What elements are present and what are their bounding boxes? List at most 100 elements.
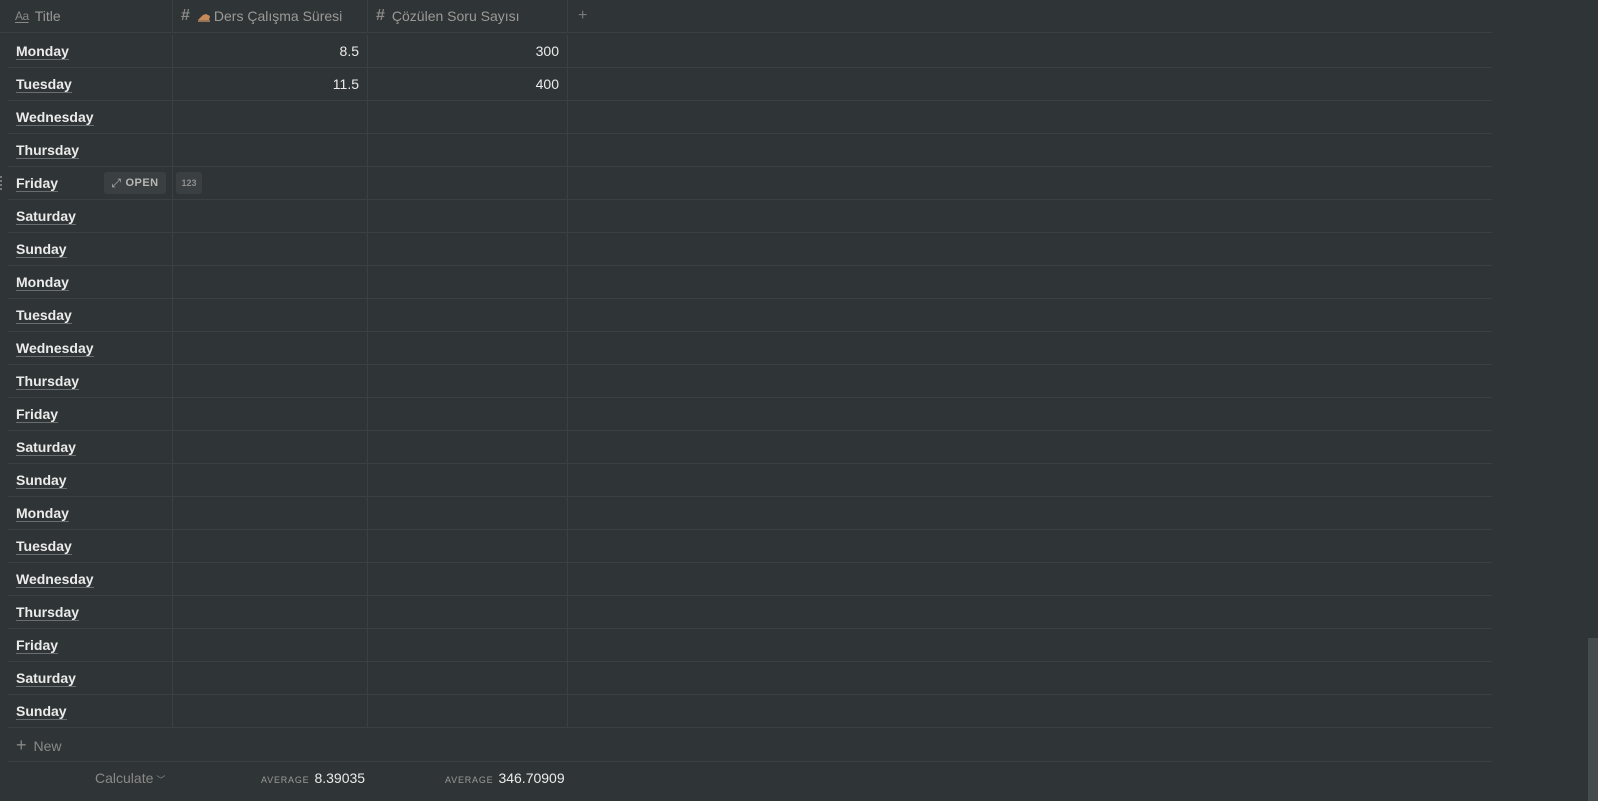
soru-cell[interactable] [368, 596, 568, 628]
soru-cell[interactable] [368, 563, 568, 595]
table-row[interactable]: Friday ⤢ OPEN 123 [0, 167, 1492, 200]
row-title[interactable]: Tuesday [16, 76, 72, 93]
title-cell[interactable]: Friday [8, 629, 173, 661]
soru-cell[interactable] [368, 332, 568, 364]
ders-cell[interactable] [173, 629, 368, 661]
table-row[interactable]: Thursday [8, 596, 1492, 629]
table-row[interactable]: Saturday [8, 662, 1492, 695]
table-row[interactable]: Wednesday [8, 563, 1492, 596]
title-cell[interactable]: Tuesday [8, 299, 173, 331]
soru-cell[interactable] [368, 266, 568, 298]
table-row[interactable]: Sunday [8, 233, 1492, 266]
ders-cell[interactable] [173, 530, 368, 562]
row-title[interactable]: Wednesday [16, 109, 94, 126]
soru-cell[interactable] [368, 233, 568, 265]
table-row[interactable]: Wednesday [8, 332, 1492, 365]
title-cell[interactable]: Monday [8, 266, 173, 298]
title-cell[interactable]: Wednesday [8, 332, 173, 364]
ders-cell[interactable]: 11.5 [173, 68, 368, 100]
row-title[interactable]: Tuesday [16, 538, 72, 555]
soru-cell[interactable] [368, 497, 568, 529]
soru-cell[interactable]: 300 [368, 35, 568, 67]
title-cell[interactable]: Thursday [8, 134, 173, 166]
row-title[interactable]: Saturday [16, 208, 76, 225]
ders-cell[interactable] [173, 134, 368, 166]
soru-cell[interactable] [368, 200, 568, 232]
title-cell[interactable]: Monday [8, 35, 173, 67]
ders-cell[interactable] [173, 464, 368, 496]
column-header-title[interactable]: Aa Title [0, 0, 173, 32]
calculate-dropdown[interactable]: Calculate ﹀ [95, 770, 165, 786]
title-cell[interactable]: Saturday [8, 431, 173, 463]
table-row[interactable]: Friday [8, 398, 1492, 431]
title-cell[interactable]: Monday [8, 497, 173, 529]
table-row[interactable]: Saturday [8, 200, 1492, 233]
ders-cell[interactable] [173, 365, 368, 397]
row-title[interactable]: Thursday [16, 142, 80, 159]
table-row[interactable]: Thursday [8, 365, 1492, 398]
ders-cell[interactable] [173, 497, 368, 529]
ders-cell[interactable] [173, 695, 368, 727]
title-cell[interactable]: Sunday [8, 464, 173, 496]
table-row[interactable]: Friday [8, 629, 1492, 662]
table-row[interactable]: Saturday [8, 431, 1492, 464]
ders-cell[interactable]: 8.5 [173, 35, 368, 67]
soru-cell[interactable] [368, 167, 568, 199]
ders-cell[interactable] [173, 299, 368, 331]
title-cell[interactable]: Thursday [8, 596, 173, 628]
row-title[interactable]: Sunday [16, 241, 67, 258]
ders-cell[interactable] [173, 200, 368, 232]
soru-cell[interactable] [368, 431, 568, 463]
row-title[interactable]: Friday [16, 175, 59, 192]
soru-cell[interactable] [368, 398, 568, 430]
new-row-button[interactable]: + New [8, 730, 1492, 762]
ders-cell[interactable] [173, 431, 368, 463]
title-cell[interactable]: Sunday [8, 695, 173, 727]
row-title[interactable]: Sunday [16, 472, 67, 489]
table-row[interactable]: Tuesday [8, 299, 1492, 332]
title-cell[interactable]: Wednesday [8, 563, 173, 595]
column-header-cozulen-soru-sayisi[interactable]: # Çözülen Soru Sayısı [368, 0, 568, 32]
title-cell[interactable]: Friday [8, 398, 173, 430]
ders-cell[interactable] [173, 101, 368, 133]
table-row[interactable]: Wednesday [8, 101, 1492, 134]
title-cell[interactable]: Friday ⤢ OPEN 123 [0, 167, 202, 199]
table-row[interactable]: Monday [8, 497, 1492, 530]
title-cell[interactable]: Tuesday [8, 530, 173, 562]
table-row[interactable]: Sunday [8, 464, 1492, 497]
ders-cell[interactable] [173, 662, 368, 694]
soru-cell[interactable]: 400 [368, 68, 568, 100]
title-cell[interactable]: Sunday [8, 233, 173, 265]
row-title[interactable]: Monday [16, 274, 69, 291]
ders-cell[interactable] [173, 596, 368, 628]
soru-cell[interactable] [368, 365, 568, 397]
soru-cell[interactable] [368, 662, 568, 694]
ders-cell[interactable] [173, 233, 368, 265]
soru-cell[interactable] [368, 299, 568, 331]
table-row[interactable]: Tuesday 11.5 400 [8, 68, 1492, 101]
soru-cell[interactable] [368, 629, 568, 661]
title-cell[interactable]: Thursday [8, 365, 173, 397]
title-cell[interactable]: Saturday [8, 200, 173, 232]
open-page-button[interactable]: ⤢ OPEN [104, 172, 166, 194]
row-title[interactable]: Friday [16, 406, 59, 423]
add-column-button[interactable]: + [568, 0, 608, 32]
row-title[interactable]: Monday [16, 505, 69, 522]
ders-cell[interactable] [173, 332, 368, 364]
title-cell[interactable]: Tuesday [8, 68, 173, 100]
row-title[interactable]: Saturday [16, 439, 76, 456]
ders-average-calculation[interactable]: AVERAGE 8.39035 [261, 770, 365, 786]
table-row[interactable]: Thursday [8, 134, 1492, 167]
row-title[interactable]: Sunday [16, 703, 67, 720]
row-title[interactable]: Thursday [16, 604, 80, 621]
drag-handle-icon[interactable] [0, 176, 4, 190]
title-cell[interactable]: Wednesday [8, 101, 173, 133]
ders-cell[interactable] [173, 398, 368, 430]
table-row[interactable]: Monday [8, 266, 1492, 299]
scrollbar-thumb[interactable] [1588, 638, 1598, 801]
row-title[interactable]: Friday [16, 637, 59, 654]
row-title[interactable]: Wednesday [16, 571, 94, 588]
vertical-scrollbar[interactable] [1586, 0, 1598, 801]
table-row[interactable]: Sunday [8, 695, 1492, 728]
soru-cell[interactable] [368, 530, 568, 562]
